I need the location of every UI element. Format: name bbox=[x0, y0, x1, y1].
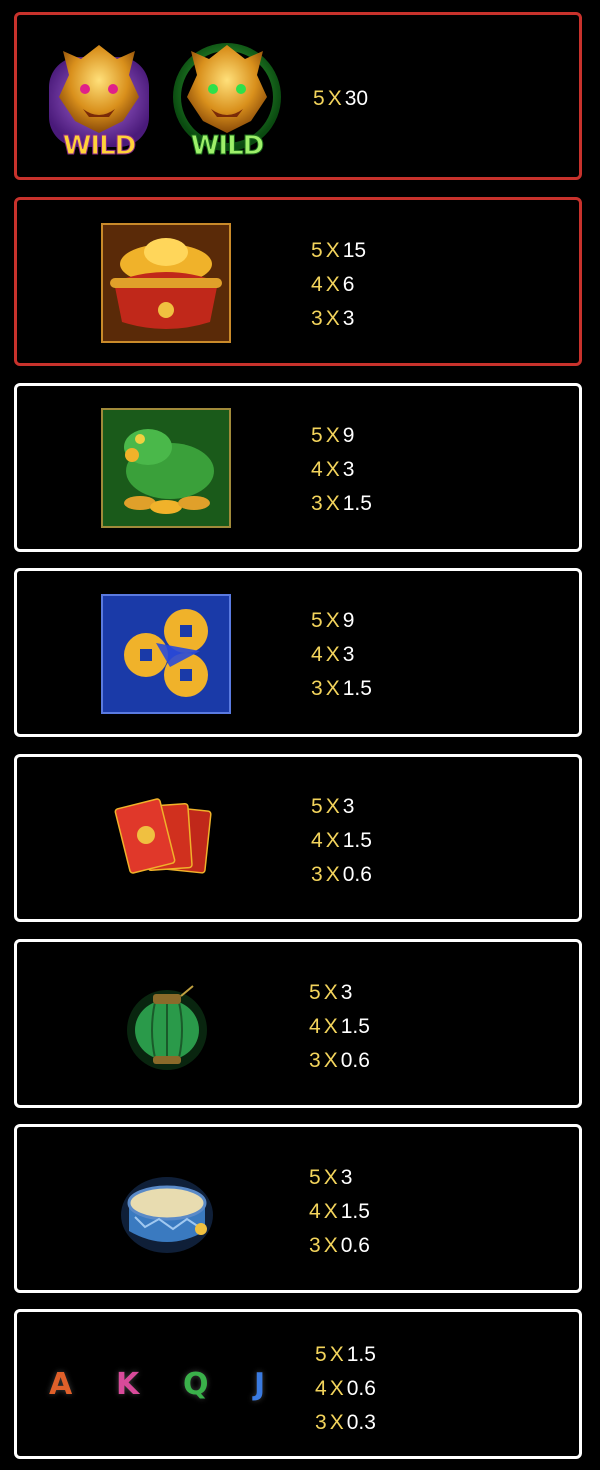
letter-q-icon: Q bbox=[183, 1367, 209, 1402]
paytable-card-wild: WILD WILD 5 X 30 bbox=[14, 12, 582, 180]
red-envelope-icon bbox=[112, 795, 222, 883]
wild-label: WILD bbox=[190, 131, 265, 162]
payout-row: 3 X 1.5 bbox=[311, 677, 372, 700]
payout-list: 5X3 4 X 1.5 3 X 0.6 bbox=[311, 790, 372, 892]
wild-label: WILD bbox=[62, 131, 137, 162]
gold-ingot-bowl-icon bbox=[100, 222, 232, 344]
letter-a-icon: A bbox=[49, 1367, 73, 1402]
payout-row: 3 X 0.6 bbox=[311, 863, 372, 886]
payout-row: 5 X 30 bbox=[313, 87, 369, 110]
payout-row: 4 X 1.5 bbox=[309, 1015, 370, 1038]
payout-row: 5X9 bbox=[311, 609, 355, 632]
paytable-card-blue-drum: 5X3 4 X 1.5 3 X 0.6 bbox=[14, 1124, 582, 1293]
money-toad-icon bbox=[100, 407, 232, 529]
payout-list: 5X3 4 X 1.5 3 X 0.6 bbox=[309, 1161, 370, 1263]
payout-row: 4X3 bbox=[311, 643, 355, 666]
letter-j-icon: J bbox=[254, 1367, 266, 1402]
payout-row: 3 X 0.3 bbox=[315, 1411, 376, 1434]
paytable-card-money-toad: 5X9 4X3 3 X 1.5 bbox=[14, 383, 582, 552]
green-lantern-icon bbox=[119, 978, 215, 1074]
payout-list: 5 X 30 bbox=[313, 82, 368, 116]
payout-row: 3 X 0.6 bbox=[309, 1049, 370, 1072]
paytable-card-gold-ingot: 5 X 15 4X6 3X3 bbox=[14, 197, 582, 366]
payout-list: 5 X 15 4X6 3X3 bbox=[311, 234, 366, 336]
payout-row: 5 X 15 bbox=[311, 239, 367, 262]
blue-drum-icon bbox=[115, 1163, 219, 1259]
paytable-card-gold-coins: 5X9 4X3 3 X 1.5 bbox=[14, 568, 582, 737]
payout-row: 4 X 1.5 bbox=[311, 829, 372, 852]
payout-row: 5X3 bbox=[311, 795, 355, 818]
payout-row: 5X3 bbox=[309, 1166, 353, 1189]
payout-row: 3 X 1.5 bbox=[311, 492, 372, 515]
payout-list: 5X9 4X3 3 X 1.5 bbox=[311, 604, 372, 706]
payout-list: 5X9 4X3 3 X 1.5 bbox=[311, 419, 372, 521]
letter-k-icon: K bbox=[116, 1367, 140, 1402]
payout-list: 5X3 4 X 1.5 3 X 0.6 bbox=[309, 976, 370, 1078]
purple-wild-dragon-icon: WILD bbox=[39, 37, 159, 163]
payout-row: 4X3 bbox=[311, 458, 355, 481]
payout-row: 5X9 bbox=[311, 424, 355, 447]
payout-row: 4X6 bbox=[311, 273, 355, 296]
payout-row: 5 X 1.5 bbox=[315, 1343, 376, 1366]
green-wild-dragon-icon: WILD bbox=[167, 37, 287, 163]
payout-row: 3X3 bbox=[311, 307, 355, 330]
payout-row: 5X3 bbox=[309, 981, 353, 1004]
payout-row: 4 X 1.5 bbox=[309, 1200, 370, 1223]
payout-row: 3 X 0.6 bbox=[309, 1234, 370, 1257]
payout-list: 5 X 1.5 4 X 0.6 3 X 0.3 bbox=[315, 1338, 376, 1440]
paytable-card-letters: A K Q J 5 X 1.5 4 X 0.6 3 X 0.3 bbox=[14, 1309, 582, 1459]
paytable-card-red-envelope: 5X3 4 X 1.5 3 X 0.6 bbox=[14, 754, 582, 922]
paytable-card-green-lantern: 5X3 4 X 1.5 3 X 0.6 bbox=[14, 939, 582, 1108]
payout-row: 4 X 0.6 bbox=[315, 1377, 376, 1400]
gold-coins-icon bbox=[100, 593, 232, 715]
